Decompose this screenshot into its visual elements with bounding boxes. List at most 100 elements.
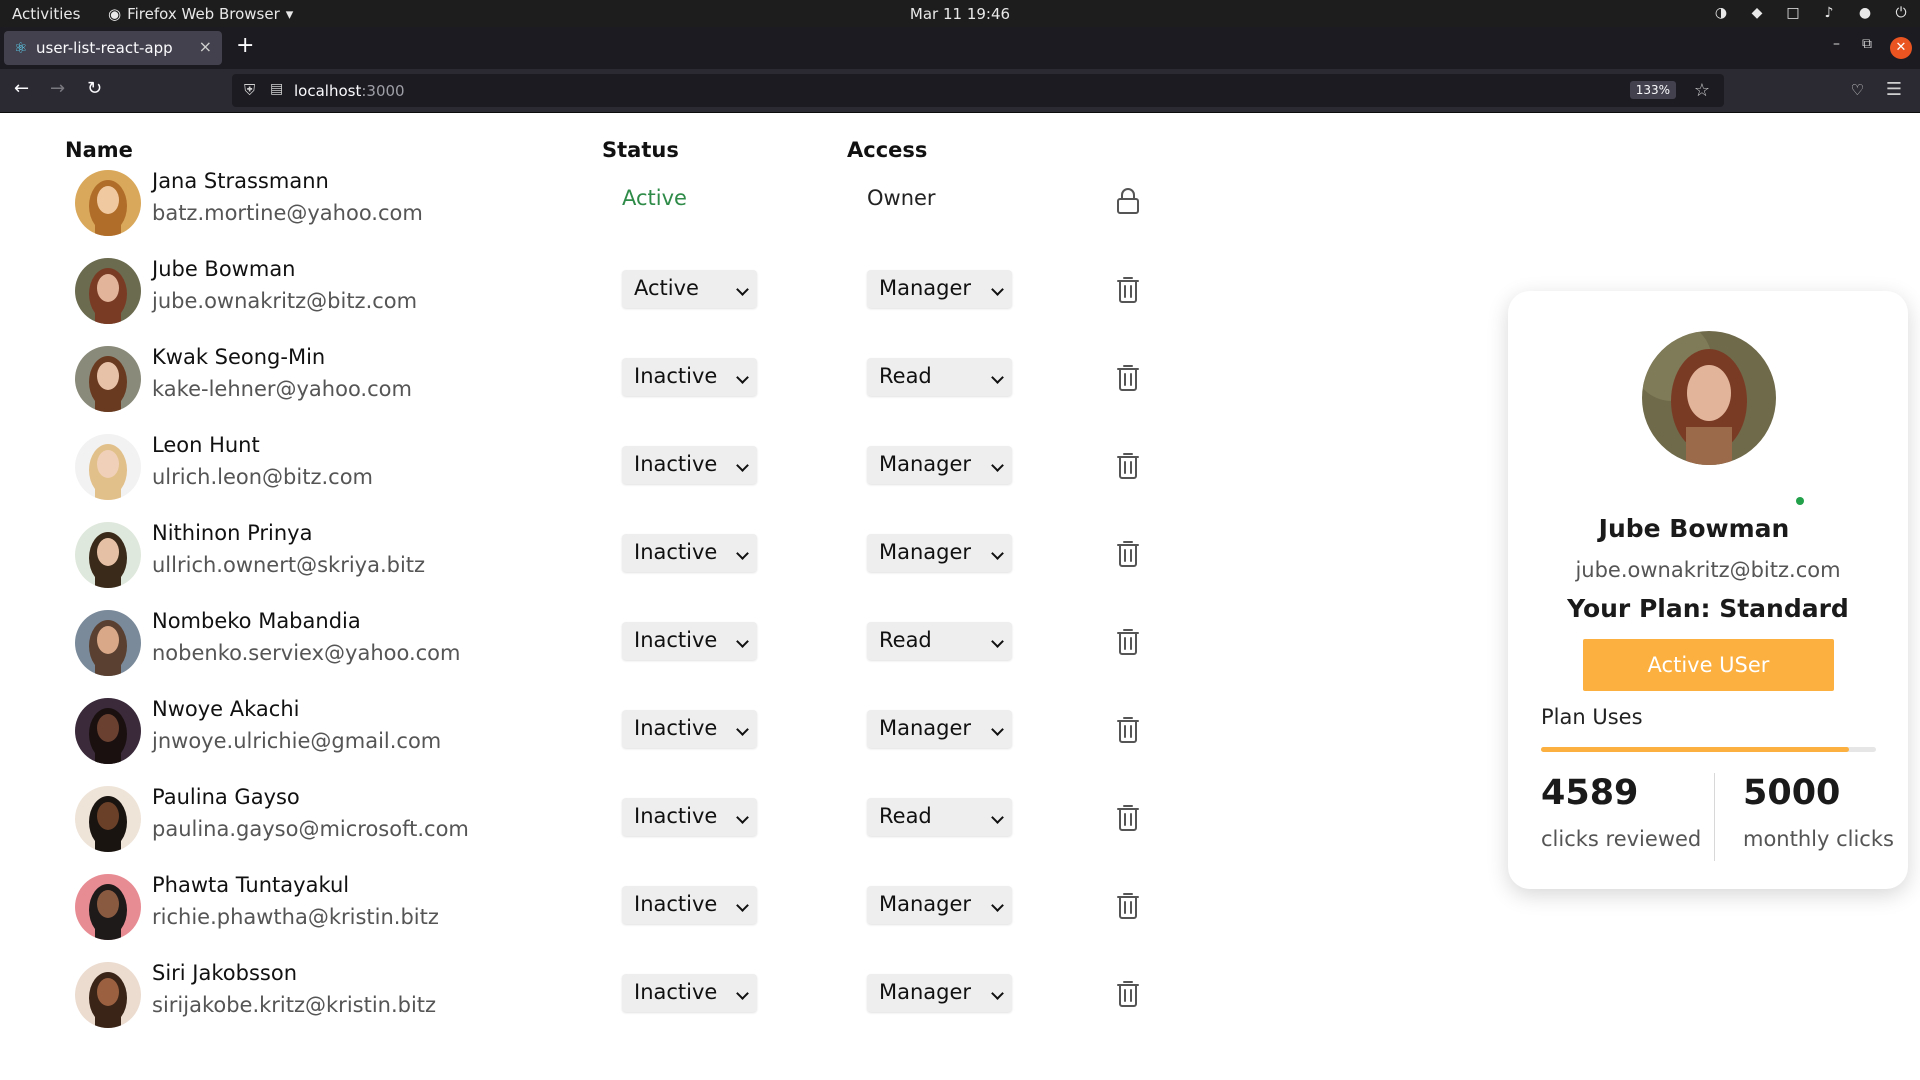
system-top-bar: Activities ◉ Firefox Web Browser ▾ Mar 1…	[0, 0, 1920, 27]
user-email: jnwoye.ulrichie@gmail.com	[152, 729, 442, 753]
trash-icon[interactable]	[1116, 627, 1140, 655]
trash-icon[interactable]	[1116, 803, 1140, 831]
status-select-value: Inactive	[634, 804, 718, 828]
user-avatar	[75, 610, 141, 676]
access-select[interactable]: Read	[867, 798, 1012, 836]
access-select[interactable]: Read	[867, 622, 1012, 660]
access-select-value: Read	[879, 804, 932, 828]
profile-card: Jube Bowman jube.ownakritz@bitz.com Your…	[1508, 291, 1908, 889]
trash-icon[interactable]	[1116, 275, 1140, 303]
user-row: Siri Jakobsson sirijakobe.kritz@kristin.b…	[0, 957, 1200, 1045]
access-select-value: Manager	[879, 452, 972, 476]
access-select-value: Manager	[879, 540, 972, 564]
access-select[interactable]: Read	[867, 358, 1012, 396]
lock-icon	[1117, 188, 1139, 214]
back-arrow-icon[interactable]: ←	[14, 79, 29, 99]
chevron-down-icon	[991, 459, 1004, 472]
chevron-down-icon	[991, 987, 1004, 1000]
status-select[interactable]: Inactive	[622, 974, 757, 1012]
night-light-icon[interactable]: ◑	[1712, 4, 1730, 22]
status-select[interactable]: Inactive	[622, 358, 757, 396]
pocket-icon[interactable]: ♡	[1851, 81, 1864, 99]
close-tab-icon[interactable]: ×	[199, 37, 212, 56]
access-text: Owner	[867, 186, 936, 210]
user-avatar	[75, 522, 141, 588]
url-bar[interactable]: ⛨ ▤ localhost:3000 133% ☆	[232, 74, 1724, 107]
status-select[interactable]: Inactive	[622, 798, 757, 836]
bookmark-star-icon[interactable]: ☆	[1694, 80, 1710, 101]
status-select[interactable]: Inactive	[622, 534, 757, 572]
chevron-down-icon	[736, 459, 749, 472]
user-email: batz.mortine@yahoo.com	[152, 201, 423, 225]
access-select[interactable]: Manager	[867, 534, 1012, 572]
chevron-down-icon	[736, 987, 749, 1000]
active-user-button[interactable]: Active USer	[1583, 639, 1834, 691]
access-select[interactable]: Manager	[867, 270, 1012, 308]
network-icon[interactable]: □	[1784, 4, 1802, 22]
trash-icon[interactable]	[1116, 891, 1140, 919]
page-icon[interactable]: ▤	[270, 81, 283, 97]
trash-icon[interactable]	[1116, 363, 1140, 391]
zoom-indicator[interactable]: 133%	[1629, 81, 1676, 99]
access-select-value: Manager	[879, 716, 972, 740]
url-text[interactable]: localhost:3000	[294, 82, 405, 100]
user-name: Nombeko Mabandia	[152, 609, 361, 633]
minimize-icon[interactable]: –	[1833, 36, 1840, 52]
user-row: Nwoye Akachi jnwoye.ulrichie@gmail.com Ina…	[0, 693, 1200, 781]
react-icon: ⚛	[14, 39, 28, 57]
user-avatar	[75, 346, 141, 412]
user-avatar	[75, 786, 141, 852]
access-select[interactable]: Manager	[867, 446, 1012, 484]
chevron-down-icon	[991, 899, 1004, 912]
access-select[interactable]: Manager	[867, 710, 1012, 748]
chevron-down-icon	[736, 283, 749, 296]
chevron-down-icon	[736, 811, 749, 824]
user-email: sirijakobe.kritz@kristin.bitz	[152, 993, 437, 1017]
user-avatar	[75, 170, 141, 236]
profile-name: Jube Bowman	[1598, 514, 1790, 543]
user-email: jube.ownakritz@bitz.com	[152, 289, 418, 313]
teams-icon[interactable]: ◆	[1748, 4, 1766, 22]
new-tab-button[interactable]: +	[236, 35, 254, 57]
chevron-down-icon	[991, 283, 1004, 296]
volume-icon[interactable]: ♪	[1820, 4, 1838, 22]
hamburger-menu-icon[interactable]: ☰	[1886, 79, 1902, 100]
user-name: Siri Jakobsson	[152, 961, 298, 985]
system-tray[interactable]: ◑ ◆ □ ♪ ● ⏻	[1712, 4, 1910, 22]
user-name: Nithinon Prinya	[152, 521, 313, 545]
tab-user-list[interactable]: ⚛ user-list-react-app ×	[4, 31, 222, 65]
access-select[interactable]: Manager	[867, 974, 1012, 1012]
reload-icon[interactable]: ↻	[87, 79, 102, 99]
page-content: Name Status Access Jana Strassmann batz.m…	[0, 113, 1920, 1080]
shield-icon[interactable]: ⛨	[244, 81, 255, 99]
trash-icon[interactable]	[1116, 539, 1140, 567]
trash-icon[interactable]	[1116, 451, 1140, 479]
clock[interactable]: Mar 11 19:46	[0, 5, 1920, 23]
status-select[interactable]: Inactive	[622, 886, 757, 924]
access-select[interactable]: Manager	[867, 886, 1012, 924]
status-select[interactable]: Inactive	[622, 710, 757, 748]
status-column-header: Status	[602, 138, 679, 162]
user-row: Jube Bowman jube.ownakritz@bitz.com Active…	[0, 253, 1200, 341]
status-text: Active	[622, 186, 687, 210]
status-select[interactable]: Active	[622, 270, 757, 308]
user-row: Kwak Seong-Min kake-lehner@yahoo.com Inact…	[0, 341, 1200, 429]
window-close-button[interactable]: ✕	[1890, 37, 1912, 59]
plan-title: Your Plan: Standard	[1567, 594, 1849, 623]
trash-icon[interactable]	[1116, 979, 1140, 1007]
status-select-value: Inactive	[634, 716, 718, 740]
status-select[interactable]: Inactive	[622, 446, 757, 484]
chevron-down-icon	[991, 371, 1004, 384]
microphone-icon[interactable]: ●	[1856, 4, 1874, 22]
user-email: kake-lehner@yahoo.com	[152, 377, 412, 401]
forward-arrow-icon[interactable]: →	[50, 79, 65, 99]
online-status-dot	[1796, 497, 1804, 505]
trash-icon[interactable]	[1116, 715, 1140, 743]
chevron-down-icon	[736, 899, 749, 912]
status-select[interactable]: Inactive	[622, 622, 757, 660]
access-select-value: Read	[879, 364, 932, 388]
power-icon[interactable]: ⏻	[1892, 4, 1910, 22]
restore-icon[interactable]: ⧉	[1862, 36, 1872, 52]
access-select-value: Manager	[879, 980, 972, 1004]
tab-strip: ⚛ user-list-react-app × + – ⧉ ✕	[0, 27, 1920, 69]
